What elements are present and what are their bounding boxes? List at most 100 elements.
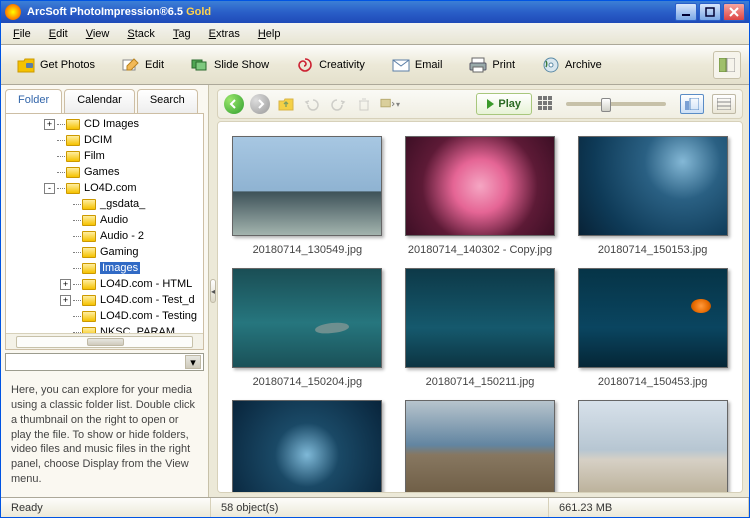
get-photos-button[interactable]: Get Photos	[9, 51, 102, 79]
tree-h-scrollbar[interactable]	[6, 333, 203, 349]
menu-bar: FileEditViewStackTagExtrasHelp	[1, 23, 749, 45]
tree-node[interactable]: Gaming	[6, 244, 203, 260]
thumbnail-item[interactable]	[399, 400, 562, 493]
menu-tag[interactable]: Tag	[165, 26, 199, 42]
thumbnail-image	[578, 400, 728, 493]
edit-button[interactable]: Edit	[114, 51, 171, 79]
folder-icon	[66, 167, 80, 178]
thumbnail-filename: 20180714_130549.jpg	[253, 244, 363, 256]
close-button[interactable]	[723, 3, 745, 21]
delete-button[interactable]	[354, 94, 374, 114]
tree-node[interactable]: LO4D.com - Testing	[6, 308, 203, 324]
tab-search[interactable]: Search	[137, 89, 198, 113]
thumbnail-image	[232, 136, 382, 236]
folder-icon	[66, 135, 80, 146]
menu-view[interactable]: View	[78, 26, 118, 42]
toolbar-label: Edit	[145, 59, 164, 71]
view-mode-thumbnails-button[interactable]	[680, 94, 704, 114]
tree-node[interactable]: Games	[6, 164, 203, 180]
thumbnail-item[interactable]	[226, 400, 389, 493]
toolbar-label: Print	[492, 59, 515, 71]
view-mode-details-button[interactable]	[712, 94, 736, 114]
rotate-right-button[interactable]	[328, 94, 348, 114]
maximize-button[interactable]	[699, 3, 721, 21]
tree-node[interactable]: +LO4D.com - Test_d	[6, 292, 203, 308]
status-bar: Ready 58 object(s) 661.23 MB	[1, 497, 749, 517]
tree-node[interactable]: NKSC_PARAM	[6, 324, 203, 333]
tree-node[interactable]: Images	[6, 260, 203, 276]
printer-icon	[468, 56, 488, 74]
up-folder-button[interactable]	[276, 94, 296, 114]
thumbnail-item[interactable]: 20180714_130549.jpg	[226, 136, 389, 256]
tree-node[interactable]: DCIM	[6, 132, 203, 148]
rotate-left-button[interactable]	[302, 94, 322, 114]
thumbnail-item[interactable]: 20180714_150211.jpg	[399, 268, 562, 388]
folder-tree[interactable]: + CD Images DCIMFilmGames - LO4D.com _gsdata_…	[6, 114, 203, 333]
menu-help[interactable]: Help	[250, 26, 289, 42]
window-title-bar: ArcSoft PhotoImpression®6.5 Gold	[1, 1, 749, 23]
tree-toggle-icon[interactable]: -	[44, 183, 55, 194]
thumbnail-image	[405, 136, 555, 236]
pencil-icon	[121, 56, 141, 74]
thumbnail-size-slider[interactable]	[566, 102, 666, 106]
display-options-button[interactable]: ▾	[380, 94, 400, 114]
filter-dropdown[interactable]: ▾	[5, 353, 204, 371]
creativity-button[interactable]: Creativity	[288, 51, 372, 79]
thumbnail-filename: 20180714_150453.jpg	[598, 376, 708, 388]
layout-toggle-button[interactable]	[713, 51, 741, 79]
slide-show-button[interactable]: Slide Show	[183, 51, 276, 79]
archive-button[interactable]: Archive	[534, 51, 609, 79]
thumbnail-item[interactable]: 20180714_150153.jpg	[571, 136, 734, 256]
status-object-count: 58 object(s)	[211, 498, 549, 517]
tree-node[interactable]: _gsdata_	[6, 196, 203, 212]
tree-toggle-icon[interactable]: +	[60, 295, 71, 306]
tree-node[interactable]: Film	[6, 148, 203, 164]
tree-node[interactable]: Audio - 2	[6, 228, 203, 244]
help-hint-text: Here, you can explore for your media usi…	[5, 377, 204, 493]
play-label: Play	[498, 98, 521, 110]
thumbnail-item[interactable]: 20180714_140302 - Copy.jpg	[399, 136, 562, 256]
thumbnail-item[interactable]: 20180714_150204.jpg	[226, 268, 389, 388]
tree-node[interactable]: +LO4D.com - HTML	[6, 276, 203, 292]
tree-toggle-icon[interactable]: +	[60, 279, 71, 290]
minimize-button[interactable]	[675, 3, 697, 21]
menu-stack[interactable]: Stack	[119, 26, 163, 42]
toolbar-label: Get Photos	[40, 59, 95, 71]
nav-forward-button[interactable]	[250, 94, 270, 114]
thumbnail-item[interactable]	[571, 400, 734, 493]
tree-node[interactable]: + CD Images	[6, 116, 203, 132]
tab-folder[interactable]: Folder	[5, 89, 62, 113]
menu-extras[interactable]: Extras	[201, 26, 248, 42]
folder-icon	[66, 151, 80, 162]
email-button[interactable]: Email	[384, 51, 450, 79]
title-edition: Gold	[186, 6, 211, 18]
menu-edit[interactable]: Edit	[41, 26, 76, 42]
tree-label: LO4D.com	[84, 182, 137, 194]
thumbnail-view[interactable]: 20180714_130549.jpg 20180714_140302 - Cop…	[217, 121, 743, 493]
thumbnail-image	[578, 136, 728, 236]
folder-icon	[82, 311, 96, 322]
tree-label: CD Images	[84, 118, 139, 130]
folder-tree-panel: + CD Images DCIMFilmGames - LO4D.com _gsdata_…	[5, 113, 204, 350]
toolbar-label: Creativity	[319, 59, 365, 71]
print-button[interactable]: Print	[461, 51, 522, 79]
folder-icon	[82, 327, 96, 334]
right-pane: ▾ Play 20180714_130549.jpg 20180714_14030…	[217, 85, 749, 497]
tree-toggle-icon[interactable]: +	[44, 119, 55, 130]
play-button[interactable]: Play	[476, 93, 532, 115]
toolbar-label: Slide Show	[214, 59, 269, 71]
thumbnail-image	[232, 400, 382, 493]
tree-node[interactable]: - LO4D.com	[6, 180, 203, 196]
envelope-icon	[391, 56, 411, 74]
nav-back-button[interactable]	[224, 94, 244, 114]
tree-node[interactable]: Audio	[6, 212, 203, 228]
toolbar-label: Archive	[565, 59, 602, 71]
menu-file[interactable]: File	[5, 26, 39, 42]
main-toolbar: Get Photos Edit Slide Show Creativity Email P…	[1, 45, 749, 85]
thumbnail-item[interactable]: 20180714_150453.jpg	[571, 268, 734, 388]
tab-calendar[interactable]: Calendar	[64, 89, 135, 113]
thumbnail-grid-icon[interactable]	[538, 96, 554, 112]
toolbar-label: Email	[415, 59, 443, 71]
tree-label: _gsdata_	[100, 198, 145, 210]
splitter[interactable]: ◂	[209, 85, 217, 497]
